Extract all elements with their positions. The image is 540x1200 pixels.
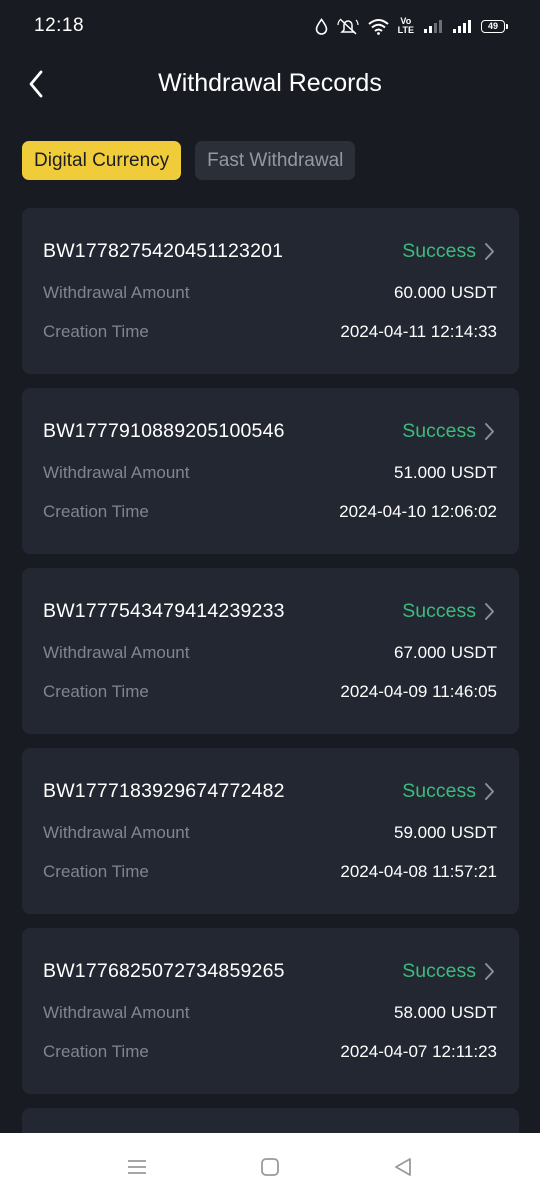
creation-time-value: 2024-04-08 11:57:21 <box>340 862 497 881</box>
creation-time-value: 2024-04-11 12:14:33 <box>340 322 497 341</box>
withdrawal-amount-value: 51.000 USDT <box>394 463 497 482</box>
creation-time-label: Creation Time <box>43 862 149 881</box>
record-card[interactable]: BW1777543479414239233 Success Withdrawal… <box>22 568 519 734</box>
withdrawal-amount-label: Withdrawal Amount <box>43 643 190 662</box>
record-card[interactable]: BW1776825072734859265 Success Withdrawal… <box>22 928 519 1094</box>
system-back-button[interactable] <box>383 1147 423 1187</box>
creation-time-label: Creation Time <box>43 322 149 341</box>
recent-apps-button[interactable] <box>117 1147 157 1187</box>
tab-fast-withdrawal[interactable]: Fast Withdrawal <box>195 141 356 180</box>
water-drop-icon <box>315 17 327 35</box>
creation-time-label: Creation Time <box>43 682 149 701</box>
record-card[interactable]: BW1777183929674772482 Success Withdrawal… <box>22 748 519 914</box>
record-status: Success <box>402 420 495 443</box>
withdrawal-amount-label: Withdrawal Amount <box>43 283 190 302</box>
record-card[interactable]: BW1777910889205100546 Success Withdrawal… <box>22 388 519 554</box>
chevron-right-icon <box>485 243 494 260</box>
withdrawal-amount-value: 59.000 USDT <box>394 823 497 842</box>
record-card[interactable]: BW1778275420451123201 Success Withdrawal… <box>22 208 519 374</box>
record-status: Success <box>402 780 495 803</box>
creation-time-label: Creation Time <box>43 1042 149 1061</box>
status-text: Success <box>402 420 476 442</box>
record-id: BW1778275420451123201 <box>43 240 284 262</box>
tab-bar: Digital Currency Fast Withdrawal <box>22 141 356 180</box>
withdrawal-amount-value: 58.000 USDT <box>394 1003 497 1022</box>
status-bar: 12:18 Vo LTE 49 <box>0 0 540 52</box>
battery-icon: 49 <box>481 19 508 33</box>
record-id: BW1777183929674772482 <box>43 780 285 802</box>
creation-time-label: Creation Time <box>43 502 149 521</box>
header: Withdrawal Records <box>0 52 540 116</box>
chevron-right-icon <box>485 783 494 800</box>
record-id: BW1776825072734859265 <box>43 960 285 982</box>
creation-time-value: 2024-04-07 12:11:23 <box>340 1042 497 1061</box>
status-time: 12:18 <box>34 15 85 36</box>
status-text: Success <box>402 600 476 622</box>
battery-level: 49 <box>481 19 505 33</box>
withdrawal-amount-label: Withdrawal Amount <box>43 823 190 842</box>
record-list: BW1778275420451123201 Success Withdrawal… <box>22 208 519 1148</box>
signal-icon <box>453 19 471 33</box>
status-text: Success <box>402 780 476 802</box>
withdrawal-amount-label: Withdrawal Amount <box>43 463 190 482</box>
creation-time-value: 2024-04-09 11:46:05 <box>340 682 497 701</box>
home-button[interactable] <box>250 1147 290 1187</box>
page-title: Withdrawal Records <box>158 69 382 97</box>
record-status: Success <box>402 960 495 983</box>
chevron-right-icon <box>485 603 494 620</box>
mute-icon <box>337 18 359 35</box>
wifi-icon <box>368 18 389 35</box>
signal-icon <box>424 19 442 33</box>
withdrawal-amount-label: Withdrawal Amount <box>43 1003 190 1022</box>
home-icon <box>261 1157 279 1176</box>
system-navigation-bar <box>0 1133 540 1200</box>
creation-time-value: 2024-04-10 12:06:02 <box>339 502 497 521</box>
volte-icon: Vo LTE <box>398 17 414 35</box>
record-id: BW1777543479414239233 <box>43 600 285 622</box>
menu-icon <box>127 1159 146 1174</box>
status-text: Success <box>402 960 476 982</box>
status-text: Success <box>402 240 476 262</box>
chevron-right-icon <box>485 423 494 440</box>
withdrawal-amount-value: 60.000 USDT <box>394 283 497 302</box>
volte-bottom-label: LTE <box>397 25 414 35</box>
record-status: Success <box>402 240 495 263</box>
record-status: Success <box>402 600 495 623</box>
withdrawal-amount-value: 67.000 USDT <box>394 643 497 662</box>
record-id: BW1777910889205100546 <box>43 420 285 442</box>
tab-digital-currency[interactable]: Digital Currency <box>22 141 182 180</box>
chevron-right-icon <box>485 963 494 980</box>
back-icon <box>395 1157 412 1176</box>
status-icons: Vo LTE 49 <box>315 17 508 35</box>
screen: 12:18 Vo LTE 49 Withdrawal Records Digit… <box>0 0 540 1200</box>
